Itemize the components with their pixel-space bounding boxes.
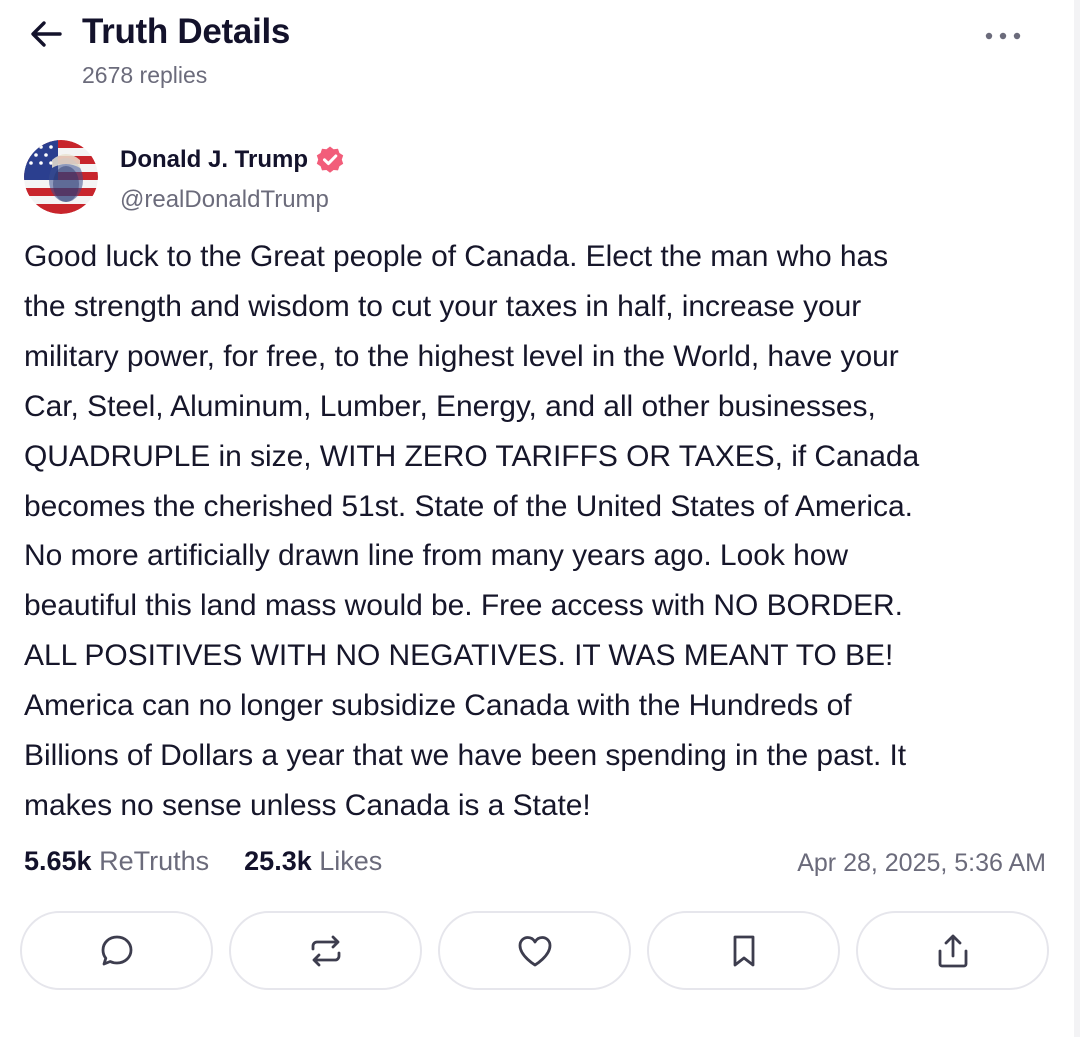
heart-icon bbox=[518, 935, 551, 966]
retruths-stat[interactable]: 5.65k ReTruths bbox=[24, 846, 217, 876]
post-line: military power, for free, to the highest… bbox=[24, 339, 899, 373]
share-icon bbox=[938, 934, 967, 967]
post-stats: 5.65k ReTruths 25.3k Likes bbox=[24, 846, 382, 877]
page-title: Truth Details bbox=[82, 12, 291, 51]
page-header: Truth Details 2678 replies bbox=[0, 0, 1074, 110]
post-line: ALL POSITIVES WITH NO NEGATIVES. IT WAS … bbox=[24, 639, 894, 673]
like-button[interactable] bbox=[438, 911, 631, 990]
post-line: Good luck to the Great people of Canada.… bbox=[24, 240, 889, 273]
repost-icon bbox=[311, 935, 340, 966]
truth-details-page: Truth Details 2678 replies Donald J. Tru… bbox=[0, 0, 1080, 1037]
author-handle[interactable]: @realDonaldTrump bbox=[120, 186, 329, 214]
post-line: beautiful this land mass would be. Free … bbox=[24, 589, 903, 623]
arrow-left-icon bbox=[31, 21, 62, 47]
post-line: Billions of Dollars a year that we have … bbox=[24, 739, 907, 773]
post-line: No more artificially drawn line from man… bbox=[24, 539, 848, 573]
more-horizontal-icon bbox=[985, 32, 1021, 40]
bookmark-button[interactable] bbox=[647, 911, 840, 990]
more-options-button[interactable] bbox=[978, 18, 1028, 54]
retruths-label: ReTruths bbox=[99, 846, 210, 876]
post-line: America can no longer subsidize Canada w… bbox=[24, 689, 852, 723]
share-button[interactable] bbox=[856, 911, 1049, 990]
bookmark-icon bbox=[733, 935, 754, 966]
post-line: makes no sense unless Canada is a State! bbox=[24, 788, 591, 822]
reply-button[interactable] bbox=[20, 911, 213, 990]
post-timestamp: Apr 28, 2025, 5:36 AM bbox=[797, 849, 1046, 877]
retruth-button[interactable] bbox=[229, 911, 422, 990]
action-bar bbox=[20, 911, 1050, 991]
author-name-row: Donald J. Trump bbox=[120, 145, 345, 175]
author-name[interactable]: Donald J. Trump bbox=[120, 146, 308, 174]
likes-count: 25.3k bbox=[244, 846, 312, 876]
post-line: becomes the cherished 51st. State of the… bbox=[24, 489, 913, 523]
avatar-image bbox=[24, 140, 98, 214]
back-button[interactable] bbox=[26, 14, 66, 54]
scrollbar-track[interactable] bbox=[1074, 0, 1080, 1037]
verified-badge-icon bbox=[315, 145, 345, 175]
avatar[interactable] bbox=[24, 140, 98, 214]
post-line: Car, Steel, Aluminum, Lumber, Energy, an… bbox=[24, 389, 876, 423]
reply-count: 2678 replies bbox=[82, 62, 208, 88]
post-line: the strength and wisdom to cut your taxe… bbox=[24, 289, 862, 323]
likes-stat[interactable]: 25.3k Likes bbox=[244, 846, 382, 876]
retruths-count: 5.65k bbox=[24, 846, 92, 876]
comment-icon bbox=[101, 935, 132, 965]
post-line: QUADRUPLE in size, WITH ZERO TARIFFS OR … bbox=[24, 439, 920, 473]
likes-label: Likes bbox=[319, 846, 383, 876]
post-text: Good luck to the Great people of Canada.… bbox=[24, 232, 1060, 831]
